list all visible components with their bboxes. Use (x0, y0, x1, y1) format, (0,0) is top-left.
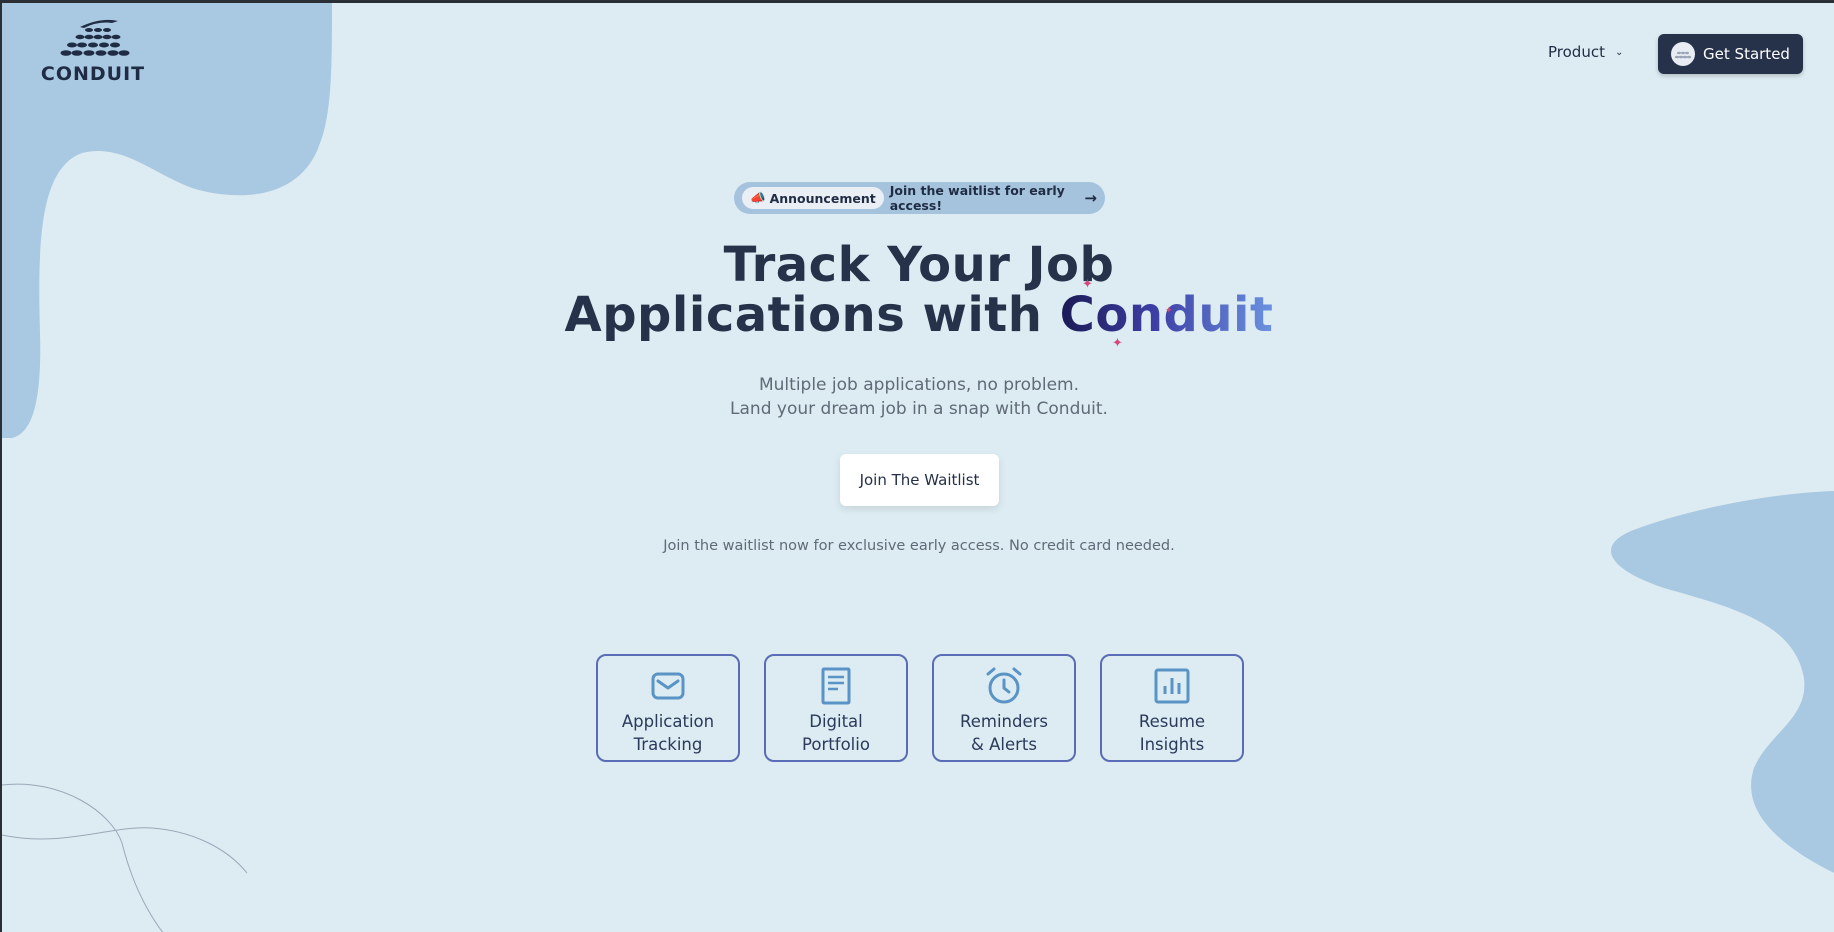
decorative-lines (2, 783, 248, 932)
announcement-banner[interactable]: 📣 Announcement Join the waitlist for ear… (734, 182, 1105, 214)
feature-label-line1: Application (621, 712, 715, 731)
announcement-text: Join the waitlist for early access! (889, 183, 1065, 213)
arrow-right-icon: → (1084, 189, 1097, 207)
feature-label-line1: Reminders (960, 712, 1048, 731)
feature-label-line2: & Alerts (971, 735, 1037, 754)
feature-cards: Application Tracking Digital Portfolio R… (596, 654, 1244, 762)
join-waitlist-button[interactable]: Join The Waitlist (840, 454, 999, 506)
sparkle-icon: ✦ (1165, 306, 1173, 316)
alarm-clock-icon (986, 667, 1022, 704)
hero-title-line1: Track Your Job (723, 237, 1115, 293)
nav-product-label: Product (1548, 43, 1605, 61)
feature-card-reminders-alerts[interactable]: Reminders & Alerts (932, 654, 1076, 762)
logo-mark-icon (60, 19, 130, 56)
sparkle-icon: ✦ (1112, 336, 1123, 351)
join-waitlist-label: Join The Waitlist (859, 471, 980, 489)
nav-product-dropdown[interactable]: Product ⌄ (1548, 43, 1623, 61)
megaphone-icon: 📣 (750, 190, 766, 205)
sparkle-icon: ✦ (1082, 277, 1093, 292)
bar-chart-icon (1154, 668, 1190, 704)
announcement-tag: 📣 Announcement (742, 187, 884, 209)
logo[interactable]: CONDUIT (40, 19, 146, 85)
hero-subtitle-line1: Multiple job applications, no problem. (758, 375, 1079, 395)
feature-card-application-tracking[interactable]: Application Tracking (596, 654, 740, 762)
get-started-button[interactable]: Get Started (1658, 34, 1803, 74)
feature-label-line1: Digital (809, 712, 863, 731)
hero-title-line2: Applications with (564, 287, 1060, 343)
get-started-label: Get Started (1703, 45, 1790, 63)
hero-title: Track Your Job Applications with Conduit (2, 240, 1834, 340)
feature-label-line2: Tracking (633, 735, 703, 754)
document-icon (821, 667, 851, 705)
mail-icon (651, 672, 685, 700)
hero-subtitle-line2: Land your dream job in a snap with Condu… (730, 399, 1108, 419)
announcement-tag-label: Announcement (769, 190, 876, 206)
feature-card-resume-insights[interactable]: Resume Insights (1100, 654, 1244, 762)
feature-label-line1: Resume (1138, 712, 1206, 731)
chevron-down-icon: ⌄ (1614, 46, 1624, 58)
feature-label-line2: Portfolio (802, 735, 870, 754)
logo-text: CONDUIT (40, 63, 146, 85)
waitlist-note: Join the waitlist now for exclusive earl… (663, 538, 1175, 554)
feature-label-line2: Insights (1139, 735, 1205, 754)
logo-mark-icon (1671, 42, 1696, 66)
feature-card-digital-portfolio[interactable]: Digital Portfolio (764, 654, 908, 762)
